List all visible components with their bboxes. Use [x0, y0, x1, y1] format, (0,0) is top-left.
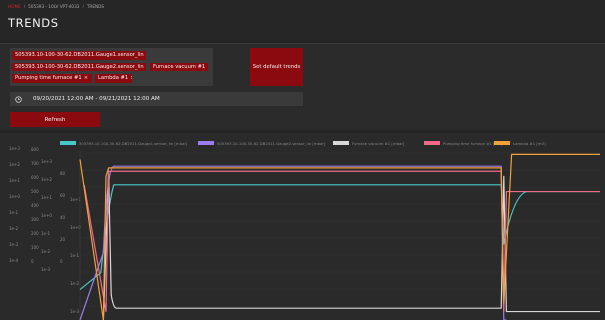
- breadcrumb-current: TRENDS: [86, 4, 104, 9]
- remove-tag-icon[interactable]: ×: [130, 75, 132, 81]
- y-axis-tick-label: 1e+1: [9, 178, 20, 183]
- legend-swatch: [424, 141, 440, 145]
- y-axis-tick-label: 1e+3: [41, 159, 52, 164]
- tag-selector[interactable]: 505393.10-100-30-62.DB2011.Gauge1.sensor…: [10, 48, 213, 86]
- set-default-trends-button[interactable]: Set default trends: [250, 48, 303, 86]
- y-axis-tick-label: 1e-3: [9, 242, 18, 247]
- y-axis-tick-label: 60: [60, 193, 66, 198]
- series-line[interactable]: [83, 170, 600, 313]
- y-axis-tick-label: 800: [31, 147, 39, 152]
- remove-tag-icon[interactable]: ×: [84, 75, 88, 81]
- series-line[interactable]: [79, 165, 507, 320]
- tag-chip[interactable]: Pumping time furnace #1 ×: [12, 74, 92, 83]
- tag-chip[interactable]: Lambda #1×: [95, 74, 132, 83]
- legend-swatch: [494, 141, 510, 145]
- chart-series: [79, 153, 600, 320]
- y-axis-tick-label: 200: [31, 231, 39, 236]
- legend-label[interactable]: Pumping time furnace #1 [sec]: [443, 141, 503, 146]
- y-axis-tick-label: 1e+0: [70, 225, 81, 230]
- tag-chip-label: Lambda #1: [98, 75, 129, 81]
- y-axis-tick-label: 0: [60, 259, 63, 264]
- trend-chart[interactable]: 505393.10-100-30-62.DB2011.Gauge1.sensor…: [0, 133, 605, 320]
- breadcrumb-home[interactable]: HOME: [8, 4, 21, 9]
- y-axis-tick-label: 20: [60, 237, 66, 242]
- y-axis-tick-label: 700: [31, 161, 39, 166]
- y-axis-tick-label: 500: [31, 189, 39, 194]
- y-axis-tick-label: 1e-3: [41, 267, 50, 272]
- y-axis-tick-label: 100: [31, 245, 39, 250]
- series-line[interactable]: [102, 170, 600, 320]
- legend-label[interactable]: Lambda #1 [mV]: [513, 141, 546, 146]
- remove-tag-icon[interactable]: ×: [207, 64, 208, 70]
- legend-swatch: [60, 141, 76, 145]
- date-range-picker[interactable]: 09/20/2021 12:00 AM - 09/21/2021 12:00 A…: [10, 92, 303, 106]
- legend-label[interactable]: 505393.10-100-30-62.DB2011.Gauge1.sensor…: [79, 141, 188, 146]
- legend-label[interactable]: 505393.10-100-30-62.DB2011.Gauge2.sensor…: [217, 141, 326, 146]
- series-line[interactable]: [79, 184, 600, 291]
- tag-chip-label: 505393.10-100-30-62.DB2011.Gauge2.sensor…: [15, 63, 144, 70]
- breadcrumb-machine[interactable]: 505393 - 10LV VPT-4033: [28, 4, 79, 9]
- y-axis-tick-label: 1e-2: [70, 281, 79, 286]
- page-title: TRENDS: [8, 16, 59, 30]
- y-axis-tick-label: 1e+0: [9, 194, 20, 199]
- y-axis-tick-label: 1e+2: [9, 162, 20, 167]
- y-axis-tick-label: 80: [60, 171, 66, 176]
- y-axis-tick-label: 1e-1: [70, 253, 79, 258]
- legend-swatch: [198, 141, 214, 145]
- breadcrumb-separator: /: [23, 4, 26, 9]
- legend-label[interactable]: Furnace vacuum #1 [mbar]: [352, 141, 405, 146]
- y-axis-tick-label: 300: [31, 217, 39, 222]
- y-axis-tick-label: 1e+1: [41, 195, 52, 200]
- date-range-value: 09/20/2021 12:00 AM - 09/21/2021 12:00 A…: [33, 96, 160, 102]
- breadcrumb: HOME/505393 - 10LV VPT-4033/TRENDS: [8, 4, 104, 9]
- y-axis-tick-label: 40: [60, 215, 66, 220]
- y-axis-tick-label: 0: [31, 259, 34, 264]
- y-axis-tick-label: 1e-1: [9, 210, 18, 215]
- y-axis-tick-label: 600: [31, 175, 39, 180]
- y-axis-tick-label: 1e+0: [41, 213, 52, 218]
- tag-chip[interactable]: Furnace vacuum #1×: [150, 62, 208, 71]
- breadcrumb-separator: /: [82, 4, 84, 9]
- series-line[interactable]: [79, 153, 600, 320]
- legend-swatch: [333, 141, 349, 145]
- y-axis-tick-label: 1e-3: [70, 309, 79, 314]
- y-axis-tick-label: 1e+2: [41, 177, 52, 182]
- y-axis-tick-label: 1e+1: [70, 197, 81, 202]
- tag-chip-label: 505393.10-100-30-62.DB2011.Gauge1.sensor…: [15, 52, 144, 58]
- chart-legend: 505393.10-100-30-62.DB2011.Gauge1.sensor…: [60, 141, 546, 146]
- chart-y-axes: 1e+31e+21e+11e+01e-11e-21e-31e-480070060…: [9, 146, 600, 320]
- y-axis-tick-label: 1e-1: [41, 231, 50, 236]
- y-axis-tick-label: 1e-2: [41, 249, 50, 254]
- clock-icon: [15, 95, 22, 103]
- tag-chip[interactable]: 505393.10-100-30-62.DB2011.Gauge1.sensor…: [12, 51, 146, 60]
- tag-chip[interactable]: 505393.10-100-30-62.DB2011.Gauge2.sensor…: [12, 62, 146, 71]
- y-axis-tick-label: 1e-2: [9, 226, 18, 231]
- y-axis-tick-label: 400: [31, 203, 39, 208]
- y-axis-tick-label: 1e+3: [9, 146, 20, 151]
- tag-chip-label: Furnace vacuum #1: [153, 63, 206, 70]
- tag-chip-label: Pumping time furnace #1: [15, 75, 82, 81]
- y-axis-tick-label: 1e-4: [9, 258, 18, 263]
- page-header: HOME/505393 - 10LV VPT-4033/TRENDS TREND…: [0, 0, 605, 40]
- refresh-button[interactable]: Refresh: [10, 112, 100, 127]
